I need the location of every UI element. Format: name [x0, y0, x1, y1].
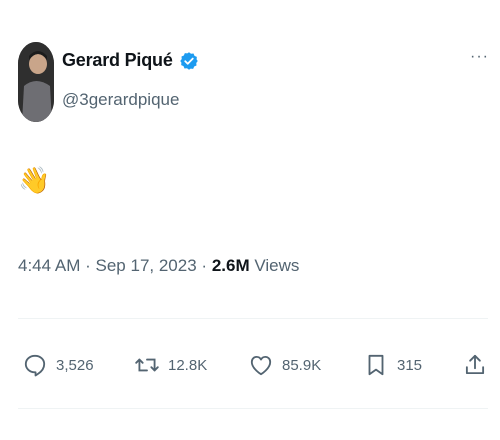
retweet-icon — [135, 358, 159, 372]
views-count: 2.6M — [211, 256, 250, 275]
divider — [18, 408, 488, 409]
author-display-name[interactable]: Gerard Piqué — [62, 50, 173, 71]
tweet-text: 👋 — [18, 165, 51, 195]
author-handle[interactable]: @3gerardpique — [62, 90, 179, 110]
verified-badge-icon — [179, 51, 199, 71]
tweet-card: Gerard Piqué @3gerardpique ··· 👋 4:44 AM… — [0, 0, 500, 440]
tweet-time[interactable]: 4:44 AM — [18, 256, 80, 275]
bookmark-icon — [368, 354, 384, 376]
heart-icon — [250, 355, 272, 376]
meta-separator: · — [201, 256, 208, 275]
more-icon[interactable]: ··· — [470, 49, 489, 65]
like-count: 85.9K — [282, 356, 322, 374]
divider — [18, 318, 488, 319]
profile-photo — [18, 42, 54, 122]
author-name-row: Gerard Piqué — [62, 50, 199, 71]
like-button[interactable]: 85.9K — [248, 352, 321, 378]
reply-count: 3,526 — [56, 356, 94, 374]
share-button[interactable] — [462, 352, 488, 378]
reply-button[interactable]: 3,526 — [22, 352, 94, 378]
views-label: Views — [254, 256, 300, 275]
reply-icon — [24, 354, 46, 377]
tweet-meta: 4:44 AM · Sep 17, 2023 · 2.6M Views — [18, 256, 299, 276]
bookmark-button[interactable]: 315 — [363, 352, 422, 378]
bookmark-count: 315 — [397, 356, 423, 374]
retweet-count: 12.8K — [168, 356, 208, 374]
tweet-date[interactable]: Sep 17, 2023 — [96, 256, 197, 275]
meta-separator: · — [85, 256, 91, 275]
share-icon — [465, 354, 485, 375]
retweet-button[interactable]: 12.8K — [134, 352, 207, 378]
avatar[interactable] — [18, 42, 54, 122]
action-bar: 3,526 12.8K 85.9K 315 — [18, 340, 488, 396]
